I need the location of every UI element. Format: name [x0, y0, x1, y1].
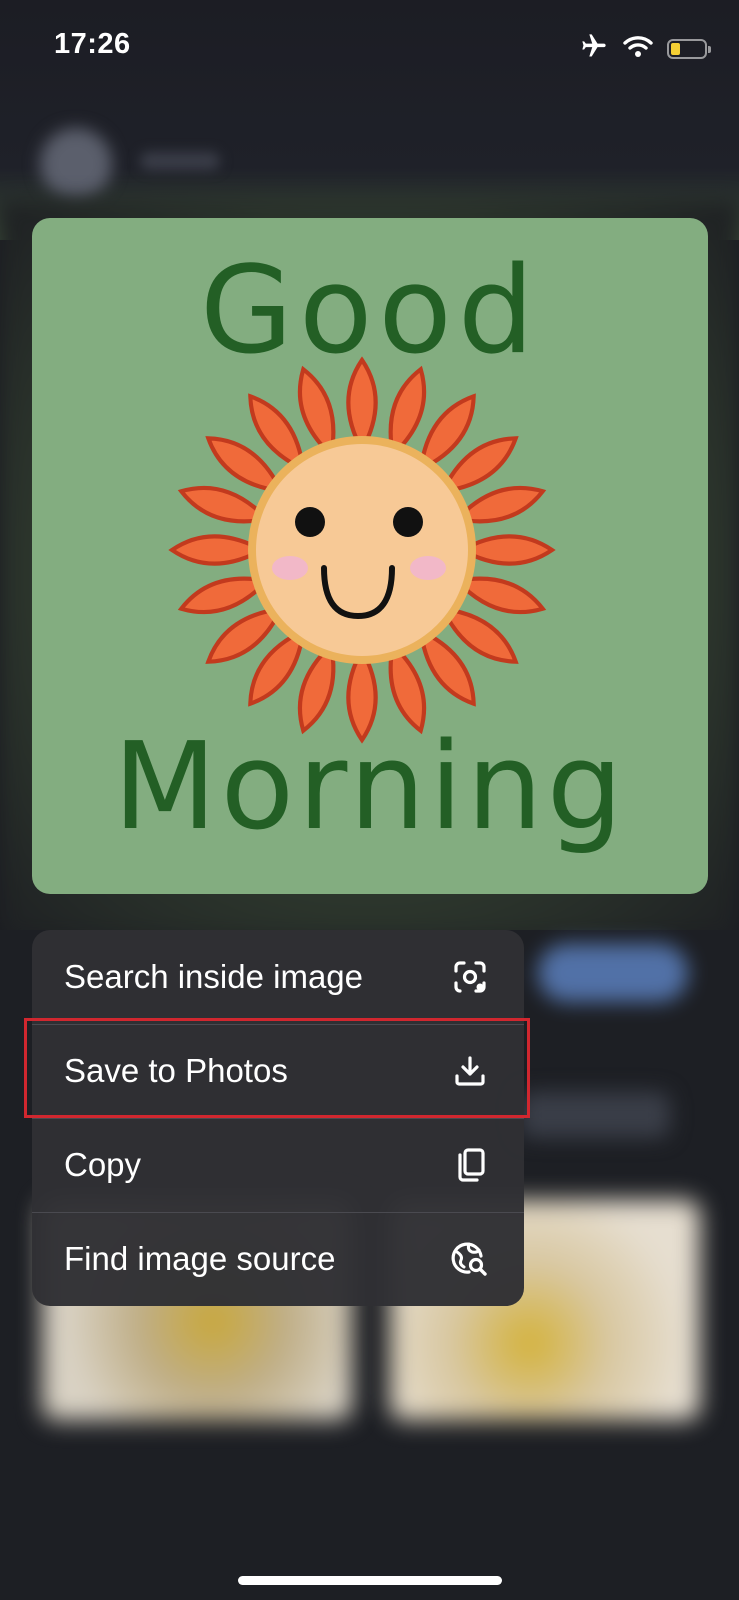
menu-item-copy[interactable]: Copy [32, 1118, 524, 1212]
sunflower-face [248, 436, 476, 664]
menu-item-find-image-source[interactable]: Find image source [32, 1212, 524, 1306]
image-preview[interactable]: Good Morning [32, 218, 708, 894]
menu-item-label: Find image source [64, 1240, 336, 1277]
image-text-morning: Morning [113, 718, 627, 857]
menu-item-label: Search inside image [64, 958, 363, 995]
background-chip [520, 1092, 670, 1138]
background-button [538, 944, 688, 1002]
right-cheek [410, 556, 446, 580]
wifi-icon [623, 34, 653, 63]
highlight-annotation [24, 1018, 530, 1118]
menu-item-search-inside-image[interactable]: Search inside image [32, 930, 524, 1024]
background-username [140, 152, 220, 170]
battery-level [671, 42, 680, 55]
battery-tip [708, 45, 711, 53]
background-avatar [40, 128, 112, 200]
right-eye [393, 507, 423, 537]
left-cheek [272, 556, 308, 580]
status-icons [579, 32, 711, 65]
menu-item-label: Copy [64, 1146, 142, 1183]
lens-search-icon [450, 957, 490, 997]
left-eye [295, 507, 325, 537]
copy-icon [450, 1145, 490, 1185]
context-menu: Search inside image Save to Photos Copy [32, 930, 524, 1306]
status-bar: 17:26 [0, 0, 739, 92]
status-time: 17:26 [54, 28, 131, 60]
airplane-mode-icon [579, 32, 609, 65]
globe-search-icon [450, 1239, 490, 1279]
home-indicator[interactable] [238, 1576, 502, 1585]
battery-icon [667, 38, 711, 59]
